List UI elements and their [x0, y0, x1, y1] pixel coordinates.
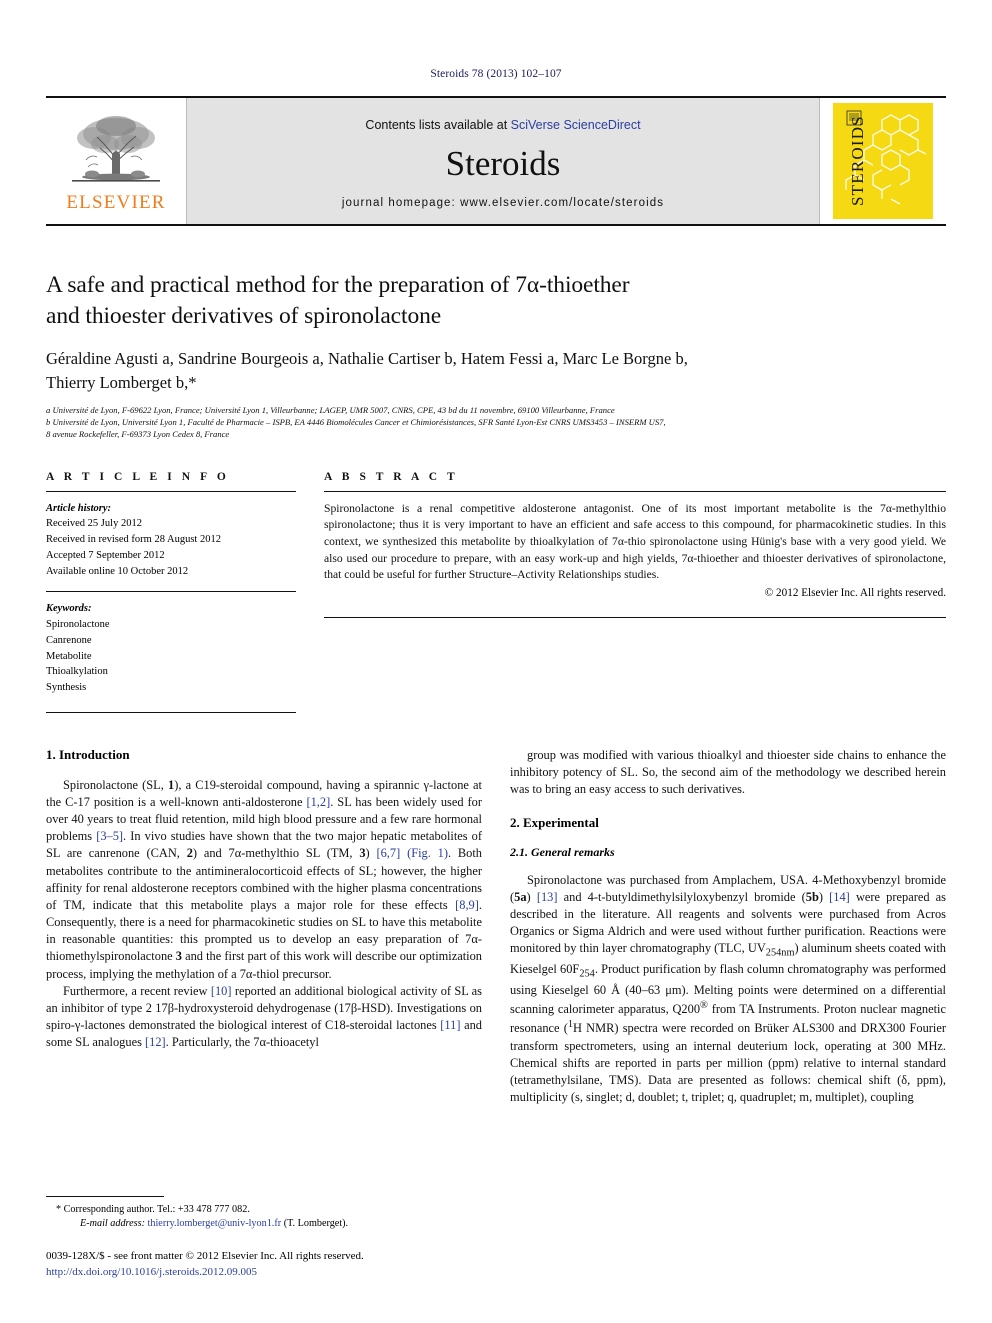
keywords-label: Keywords: — [46, 603, 92, 615]
elsevier-wordmark: ELSEVIER — [66, 192, 166, 213]
email-suffix: (T. Lomberget). — [283, 1218, 349, 1230]
footnote-divider — [46, 1195, 164, 1197]
journal-homepage-link[interactable]: journal homepage: www.elsevier.com/locat… — [342, 197, 664, 209]
abstract-body-wrap: Spironolactone is a renal competitive al… — [324, 490, 946, 599]
text-run: ) — [526, 889, 537, 904]
citation-ref[interactable]: [12] — [145, 1035, 166, 1049]
history-received: Received 25 July 2012 — [46, 518, 142, 530]
article-info-heading: A R T I C L E I N F O — [46, 470, 230, 483]
history-revised: Received in revised form 28 August 2012 — [46, 534, 221, 546]
citation-ref[interactable]: (Fig. 1) — [407, 846, 448, 860]
citation-ref[interactable]: [14] — [829, 890, 850, 904]
compound-number: 5a — [514, 889, 527, 904]
article-page: Steroids 78 (2013) 102–107 ELSEVIER Cont… — [0, 0, 992, 1323]
elsevier-tree-icon — [72, 116, 160, 182]
issn-block: 0039-128X/$ - see front matter © 2012 El… — [46, 1249, 482, 1281]
affiliation-b-cont: 8 avenue Rockefeller, F-69373 Lyon Cedex… — [46, 429, 230, 440]
continued-paragraph: group was modified with various thioalky… — [510, 747, 946, 797]
contents-prefix: Contents lists available at — [365, 117, 511, 132]
page-title: A safe and practical method for the prep… — [46, 270, 946, 331]
email-label: E-mail address: — [80, 1218, 145, 1230]
running-head: Steroids 78 (2013) 102–107 — [430, 68, 562, 80]
author-list: Géraldine Agusti a, Sandrine Bourgeois a… — [46, 347, 946, 394]
citation-ref[interactable]: [8,9] — [455, 898, 479, 912]
keyword-item: Spironolactone — [46, 619, 110, 631]
intro-paragraph-1: Spironolactone (SL, 1), a C19-steroidal … — [46, 777, 482, 983]
citation-ref[interactable]: [10] — [211, 984, 232, 998]
corresponding-text: Corresponding author. Tel.: +33 478 777 … — [63, 1203, 250, 1215]
abstract-text: Spironolactone is a renal competitive al… — [324, 501, 946, 582]
affiliation-list: a Université de Lyon, F-69622 Lyon, Fran… — [46, 404, 946, 441]
abstract-copyright: © 2012 Elsevier Inc. All rights reserved… — [764, 586, 946, 599]
issn-line: 0039-128X/$ - see front matter © 2012 El… — [46, 1250, 364, 1263]
info-abstract-region: A R T I C L E I N F O Article history: R… — [46, 471, 946, 713]
article-info-body: Article history: Received 25 July 2012 R… — [46, 490, 296, 580]
subscript: 254 — [579, 968, 595, 980]
text-run: . Particularly, the 7α-thioacetyl — [165, 1035, 319, 1050]
compound-number: 5b — [805, 889, 819, 904]
abstract-heading: A B S T R A C T — [324, 470, 459, 483]
left-column: 1. Introduction Spironolactone (SL, 1), … — [46, 747, 482, 1107]
text-run: H NMR) spectra were recorded on Brüker A… — [510, 1021, 946, 1105]
affiliation-a: a Université de Lyon, F-69622 Lyon, Fran… — [46, 404, 615, 415]
subsection-heading-general-remarks: 2.1. General remarks — [510, 845, 615, 860]
title-block: A safe and practical method for the prep… — [46, 270, 946, 441]
corresponding-author-note: * Corresponding author. Tel.: +33 478 77… — [56, 1203, 482, 1218]
contents-available-line: Contents lists available at SciVerse Sci… — [365, 118, 640, 132]
body-columns: 1. Introduction Spironolactone (SL, 1), … — [46, 747, 946, 1107]
author-line-1: Géraldine Agusti a, Sandrine Bourgeois a… — [46, 349, 688, 369]
keyword-item: Thioalkylation — [46, 666, 108, 678]
journal-cover-thumbnail: STEROIDS — [820, 98, 946, 224]
abstract-bottom-rule — [324, 616, 946, 618]
history-accepted: Accepted 7 September 2012 — [46, 549, 165, 561]
email-link[interactable]: thierry.lomberget@univ-lyon1.fr — [148, 1218, 282, 1229]
keywords-body: Keywords: Spironolactone Canrenone Metab… — [46, 591, 296, 696]
text-run: Furthermore, a recent review — [63, 983, 211, 998]
text-run: Spironolactone (SL, — [63, 777, 169, 792]
intro-paragraph-2: Furthermore, a recent review [10] report… — [46, 983, 482, 1052]
svg-text:STEROIDS: STEROIDS — [848, 115, 867, 206]
journal-title: Steroids — [445, 143, 561, 183]
publisher-logo: ELSEVIER — [46, 98, 186, 224]
doi-link[interactable]: http://dx.doi.org/10.1016/j.steroids.201… — [46, 1265, 482, 1281]
abstract-column: A B S T R A C T Spironolactone is a rena… — [324, 471, 946, 713]
keyword-item: Metabolite — [46, 650, 92, 662]
subscript: 254nm — [765, 947, 795, 959]
history-online: Available online 10 October 2012 — [46, 565, 189, 577]
article-info-column: A R T I C L E I N F O Article history: R… — [46, 471, 296, 713]
corresponding-marker: * — [56, 1203, 62, 1215]
right-column: group was modified with various thioalky… — [510, 747, 946, 1107]
affiliation-b: b Université de Lyon, Université Lyon 1,… — [46, 417, 666, 428]
section-heading-experimental: 2. Experimental — [510, 815, 599, 831]
text-run: ) — [365, 846, 377, 861]
masthead-center: Contents lists available at SciVerse Sci… — [186, 98, 820, 224]
footnote-area: * Corresponding author. Tel.: +33 478 77… — [46, 1195, 482, 1281]
citation-ref[interactable]: [1,2] — [306, 795, 330, 809]
text-run: and 4-t-butyldimethylsilyloxybenzyl brom… — [557, 889, 806, 904]
superscript: ® — [700, 1000, 708, 1012]
citation-ref[interactable]: [3–5] — [96, 829, 123, 843]
steroids-cover-icon: STEROIDS — [833, 103, 933, 219]
sciencedirect-link[interactable]: SciVerse ScienceDirect — [511, 118, 641, 132]
title-line-2: and thioester derivatives of spironolact… — [46, 302, 442, 329]
keyword-item: Canrenone — [46, 634, 92, 646]
keyword-item: Synthesis — [46, 682, 87, 694]
article-info-bottom-rule — [46, 711, 296, 713]
text-run: ) and 7α-methylthio SL (TM, — [192, 846, 360, 861]
journal-masthead: ELSEVIER Contents lists available at Sci… — [46, 96, 946, 226]
text-run: ) — [818, 889, 830, 904]
experimental-paragraph: Spironolactone was purchased from Amplac… — [510, 872, 946, 1107]
citation-ref[interactable]: [13] — [537, 890, 558, 904]
citation-ref[interactable]: [11] — [440, 1018, 460, 1032]
citation-ref[interactable]: [6,7] — [376, 846, 400, 860]
title-line-1: A safe and practical method for the prep… — [46, 272, 630, 298]
author-line-2: Thierry Lomberget b,* — [46, 372, 197, 392]
email-note: E-mail address: thierry.lomberget@univ-l… — [68, 1217, 482, 1232]
section-heading-introduction: 1. Introduction — [46, 746, 130, 762]
article-history-label: Article history: — [46, 502, 112, 514]
